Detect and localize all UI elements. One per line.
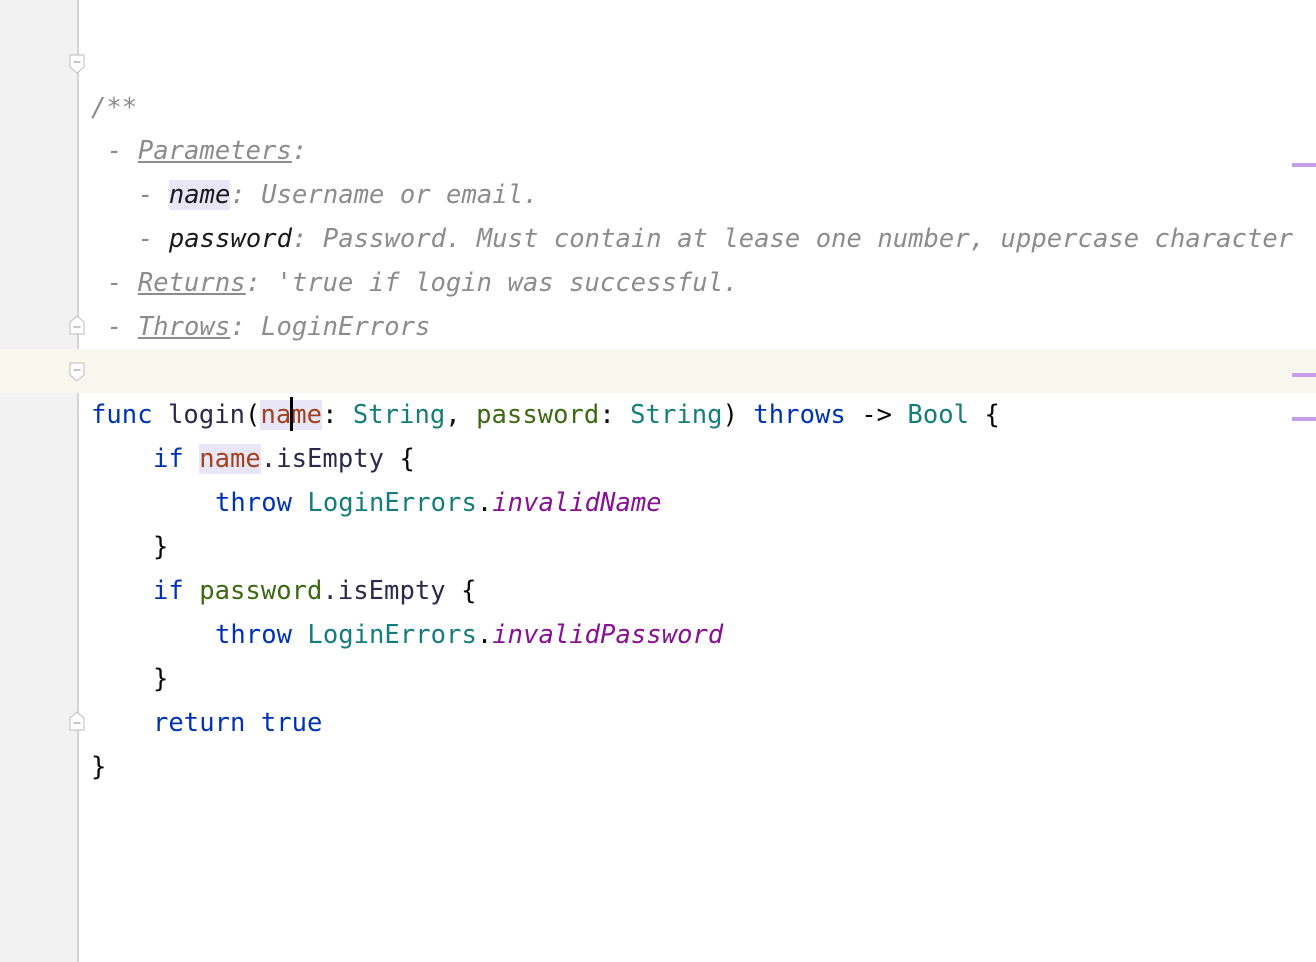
editor-gutter	[0, 0, 78, 962]
code-line-4[interactable]: - password: Password. Must contain at le…	[79, 173, 1316, 254]
code-line-14[interactable]: }	[79, 613, 1316, 694]
code-editor[interactable]: /** - Parameters: - name: Username or em…	[0, 0, 1316, 962]
fold-end-icon[interactable]	[69, 315, 85, 335]
error-stripe-marker[interactable]	[1292, 373, 1316, 377]
code-line-12[interactable]: if password.isEmpty {	[79, 525, 1316, 606]
code-line-6[interactable]: - Throws: LoginErrors	[79, 261, 1316, 342]
code-line-1[interactable]: /**	[79, 42, 1316, 123]
code-line-11[interactable]: }	[79, 481, 1316, 562]
fold-collapse-icon[interactable]	[69, 54, 85, 74]
code-line-13[interactable]: throw LoginErrors.invalidPassword	[79, 569, 1316, 650]
error-stripe-marker[interactable]	[1292, 163, 1316, 167]
code-line-7[interactable]: */	[79, 305, 1316, 386]
fold-collapse-icon[interactable]	[69, 362, 85, 382]
fold-end-icon[interactable]	[69, 711, 85, 731]
code-line-10[interactable]: throw LoginErrors.invalidName	[79, 437, 1316, 518]
code-line-15[interactable]: return true	[79, 657, 1316, 738]
code-line-5[interactable]: - Returns: 'true if login was successful…	[79, 217, 1316, 298]
code-line-16[interactable]: }	[79, 701, 1316, 782]
code-line-2[interactable]: - Parameters:	[79, 85, 1316, 166]
code-line-3[interactable]: - name: Username or email.	[79, 129, 1316, 210]
code-line-8-current[interactable]: func login(name: String, password: Strin…	[0, 349, 1316, 431]
code-line-9[interactable]: if name.isEmpty {	[79, 393, 1316, 474]
error-stripe-marker[interactable]	[1292, 417, 1316, 421]
brace-close: }	[91, 752, 107, 782]
